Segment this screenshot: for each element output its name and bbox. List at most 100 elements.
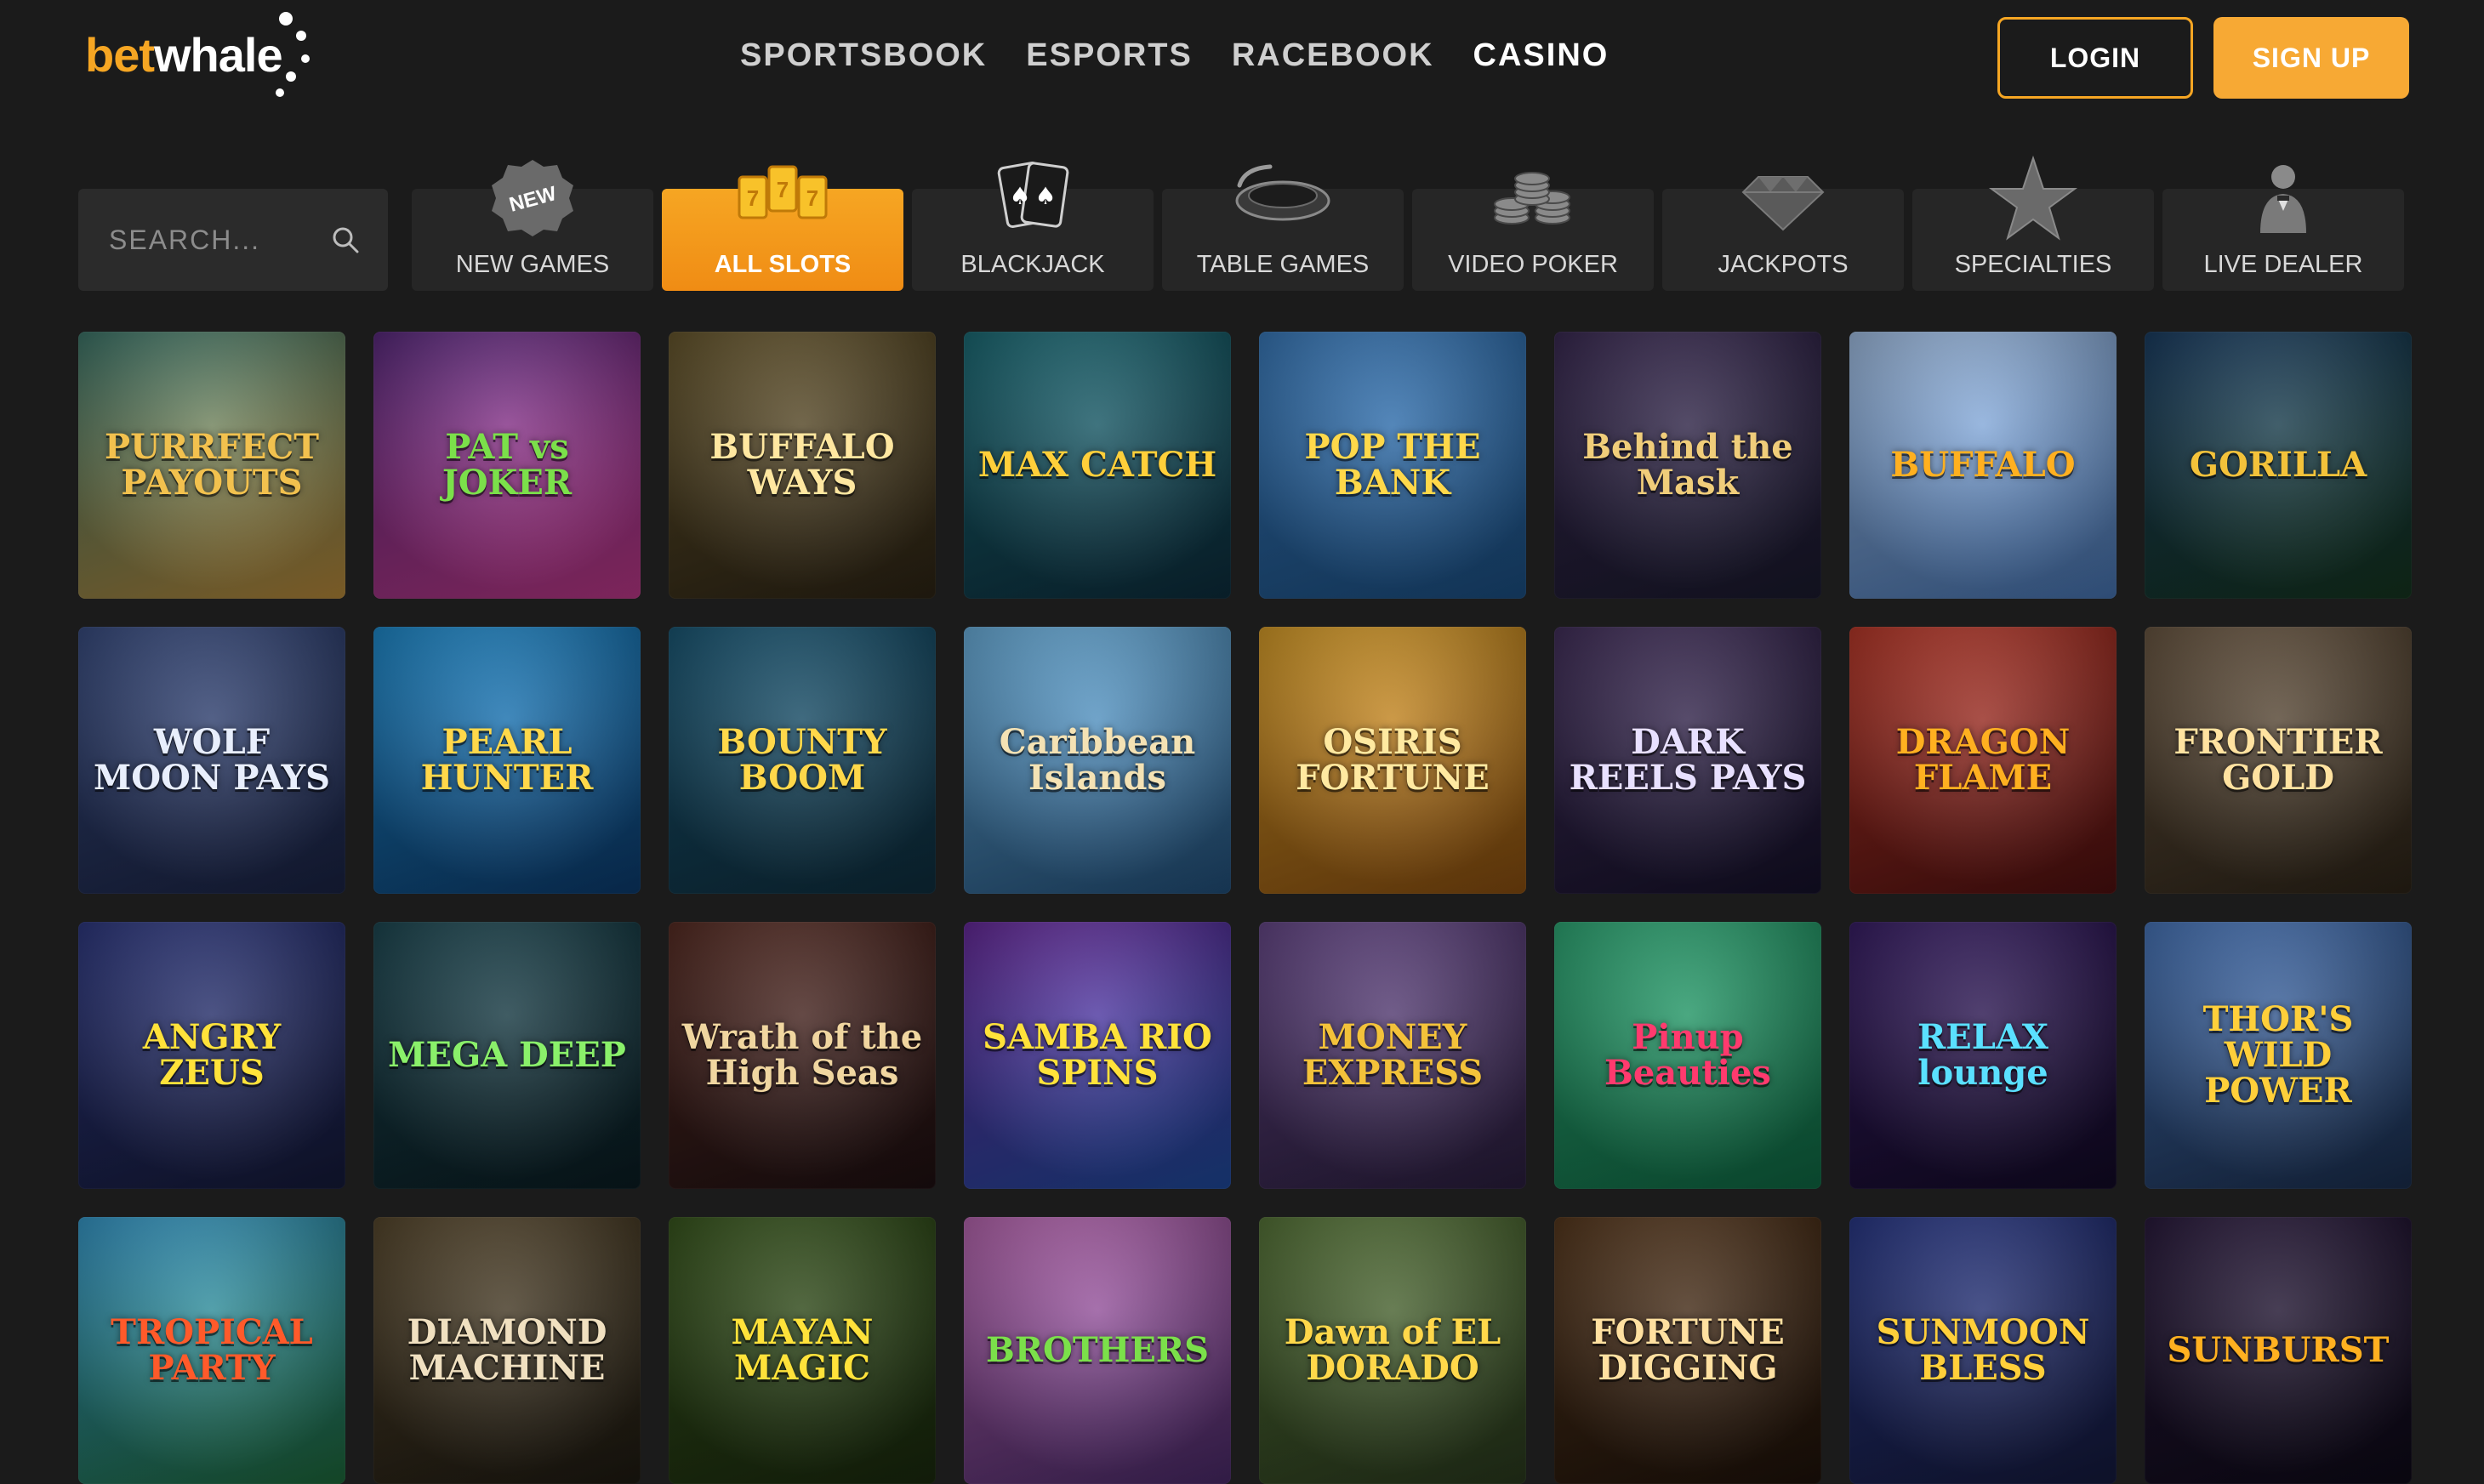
signup-button[interactable]: SIGN UP	[2213, 17, 2409, 99]
game-title: OSIRIS FORTUNE	[1296, 722, 1490, 798]
search-icon[interactable]	[332, 226, 359, 253]
game-title: FRONTIER GOLD	[2174, 722, 2383, 798]
game-title: WOLF MOON PAYS	[93, 722, 331, 798]
game-tile[interactable]: SUNBURST	[2145, 1217, 2412, 1484]
game-tile[interactable]: ANGRY ZEUS	[78, 922, 345, 1189]
game-title: BOUNTY BOOM	[717, 722, 887, 798]
category-label: SPECIALTIES	[1954, 251, 2112, 278]
category-new-games[interactable]: NEW NEW GAMES	[412, 160, 653, 291]
category-label: NEW GAMES	[455, 251, 610, 278]
game-title: PURRFECT PAYOUTS	[105, 427, 319, 503]
game-tile[interactable]: SAMBA RIO SPINS	[964, 922, 1231, 1189]
betwhale-logo[interactable]: betwhale	[85, 12, 323, 105]
category-jackpots[interactable]: JACKPOTS	[1662, 176, 1904, 291]
dealer-icon	[2260, 165, 2306, 233]
game-title: TROPICAL PARTY	[111, 1312, 313, 1388]
category-all-slots[interactable]: 7 7 7 ALL SLOTS	[662, 165, 903, 291]
category-live-dealer[interactable]: LIVE DEALER	[2162, 165, 2404, 291]
cards-icon: ♠ ♠	[997, 161, 1069, 229]
game-tile[interactable]: Wrath of the High Seas	[669, 922, 936, 1189]
game-tile[interactable]: BROTHERS	[964, 1217, 1231, 1484]
game-tile[interactable]: Dawn of EL DORADO	[1259, 1217, 1526, 1484]
game-tile[interactable]: MAX CATCH	[964, 332, 1231, 599]
game-tile[interactable]: THOR'S WILD POWER	[2145, 922, 2412, 1189]
game-title: POP THE BANK	[1304, 427, 1481, 503]
game-tile[interactable]: Behind the Mask	[1554, 332, 1821, 599]
game-tile[interactable]: MONEY EXPRESS	[1259, 922, 1526, 1189]
game-title: SUNBURST	[2167, 1330, 2390, 1370]
game-tile[interactable]: POP THE BANK	[1259, 332, 1526, 599]
game-title: MONEY EXPRESS	[1302, 1017, 1484, 1093]
game-tile[interactable]: DRAGON FLAME	[1849, 627, 2117, 894]
game-title: RELAX lounge	[1917, 1017, 2048, 1093]
new-badge-icon: NEW	[492, 160, 573, 236]
game-tile[interactable]: PURRFECT PAYOUTS	[78, 332, 345, 599]
game-title: Dawn of EL DORADO	[1284, 1312, 1501, 1388]
game-title: DRAGON FLAME	[1895, 722, 2071, 798]
slot-reels-icon: 7 7 7	[738, 165, 828, 219]
category-table-games[interactable]: TABLE GAMES	[1162, 164, 1404, 291]
game-tile[interactable]: SUNMOON BLESS	[1849, 1217, 2117, 1484]
game-tile[interactable]: MAYAN MAGIC	[669, 1217, 936, 1484]
roulette-icon	[1235, 164, 1330, 221]
game-title: FORTUNE DIGGING	[1591, 1312, 1785, 1388]
game-tile[interactable]: MEGA DEEP	[373, 922, 641, 1189]
game-tile[interactable]: DIAMOND MACHINE	[373, 1217, 641, 1484]
game-title: Caribbean Islands	[999, 722, 1196, 798]
game-tile[interactable]: OSIRIS FORTUNE	[1259, 627, 1526, 894]
logo-bet: bet	[85, 28, 155, 82]
game-tile[interactable]: BOUNTY BOOM	[669, 627, 936, 894]
logo-wordmark: betwhale	[85, 27, 283, 82]
game-title: MAYAN MAGIC	[731, 1312, 874, 1388]
game-title: BROTHERS	[985, 1330, 1210, 1370]
game-tile[interactable]: PEARL HUNTER	[373, 627, 641, 894]
game-tile[interactable]: BUFFALO	[1849, 332, 2117, 599]
search-input[interactable]	[107, 223, 315, 257]
chips-icon	[1494, 172, 1570, 225]
game-tile[interactable]: Pinup Beauties	[1554, 922, 1821, 1189]
svg-text:7: 7	[747, 185, 759, 211]
game-title: PAT vs JOKER	[442, 427, 573, 503]
game-title: BUFFALO	[1890, 445, 2076, 485]
game-grid: PURRFECT PAYOUTS PAT vs JOKER BUFFALO WAYS…	[78, 332, 2413, 1484]
search-box	[78, 189, 388, 291]
main-nav: SPORTSBOOK ESPORTS RACEBOOK CASINO	[740, 37, 1609, 74]
game-title: BUFFALO WAYS	[709, 427, 895, 503]
game-title: SAMBA RIO SPINS	[983, 1017, 1212, 1093]
game-title: DIAMOND MACHINE	[407, 1312, 607, 1388]
category-label: BLACKJACK	[960, 251, 1105, 278]
game-title: Wrath of the High Seas	[681, 1017, 923, 1093]
game-tile[interactable]: Caribbean Islands	[964, 627, 1231, 894]
game-tile[interactable]: FORTUNE DIGGING	[1554, 1217, 1821, 1484]
nav-sportsbook[interactable]: SPORTSBOOK	[740, 37, 987, 74]
svg-text:♠: ♠	[1009, 182, 1030, 210]
game-tile[interactable]: WOLF MOON PAYS	[78, 627, 345, 894]
game-title: MAX CATCH	[977, 445, 1217, 485]
game-tile[interactable]: DARK REELS PAYS	[1554, 627, 1821, 894]
game-tile[interactable]: TROPICAL PARTY	[78, 1217, 345, 1484]
category-video-poker[interactable]: VIDEO POKER	[1412, 172, 1654, 291]
logo-whale: whale	[154, 28, 283, 82]
category-label: TABLE GAMES	[1196, 251, 1370, 278]
game-title: DARK REELS PAYS	[1569, 722, 1807, 798]
category-label: ALL SLOTS	[714, 251, 852, 278]
login-button[interactable]: LOGIN	[1997, 17, 2193, 99]
game-tile[interactable]: BUFFALO WAYS	[669, 332, 936, 599]
svg-text:7: 7	[806, 185, 818, 211]
category-label: JACKPOTS	[1718, 251, 1849, 278]
game-tile[interactable]: GORILLA	[2145, 332, 2412, 599]
nav-esports[interactable]: ESPORTS	[1026, 37, 1193, 74]
star-icon	[1988, 155, 2078, 241]
game-tile[interactable]: FRONTIER GOLD	[2145, 627, 2412, 894]
diamond-icon	[1741, 176, 1825, 231]
game-tile[interactable]: PAT vs JOKER	[373, 332, 641, 599]
category-specialties[interactable]: SPECIALTIES	[1912, 155, 2154, 291]
category-label: LIVE DEALER	[2203, 251, 2363, 278]
game-title: THOR'S WILD POWER	[2202, 999, 2354, 1111]
game-tile[interactable]: RELAX lounge	[1849, 922, 2117, 1189]
game-title: SUNMOON BLESS	[1876, 1312, 2090, 1388]
category-blackjack[interactable]: ♠ ♠ BLACKJACK	[912, 161, 1154, 291]
nav-racebook[interactable]: RACEBOOK	[1232, 37, 1434, 74]
game-title: GORILLA	[2189, 445, 2367, 485]
nav-casino[interactable]: CASINO	[1473, 37, 1609, 74]
